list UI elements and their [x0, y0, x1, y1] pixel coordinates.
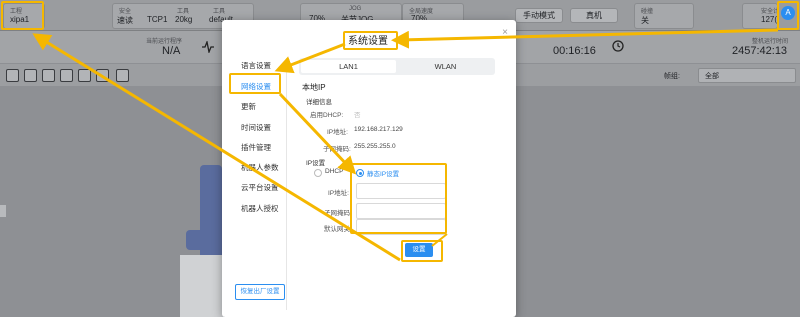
arrow-form-to-save	[431, 233, 448, 247]
arrow-save-to-project	[32, 33, 401, 262]
arrow-title-to-menu	[274, 42, 346, 74]
annotation-arrows	[32, 28, 779, 262]
arrow-avatar-to-title	[391, 28, 779, 49]
arrow-menu-to-form	[278, 92, 357, 175]
